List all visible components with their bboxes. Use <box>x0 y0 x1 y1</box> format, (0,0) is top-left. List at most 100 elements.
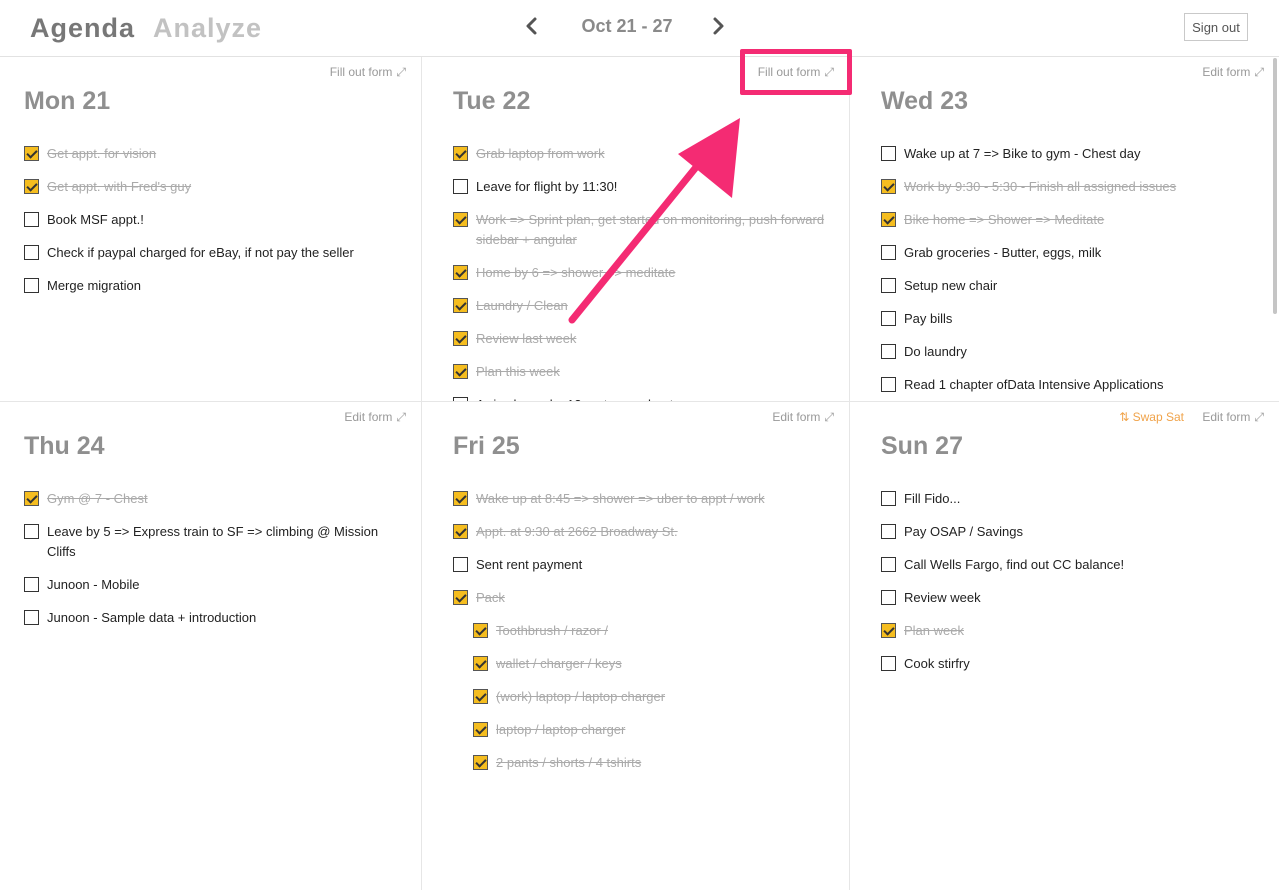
chevron-right-icon[interactable] <box>708 14 728 38</box>
task-checkbox[interactable] <box>881 377 896 392</box>
task-text: Pack <box>476 590 505 605</box>
task-item: Book MSF appt.! <box>24 210 397 230</box>
task-checkbox[interactable] <box>881 524 896 539</box>
task-checkbox[interactable] <box>453 524 468 539</box>
task-checkbox[interactable] <box>24 212 39 227</box>
task-item: Get appt. for vision <box>24 144 397 164</box>
task-checkbox[interactable] <box>453 590 468 605</box>
task-checkbox[interactable] <box>453 298 468 313</box>
task-item: wallet / charger / keys <box>473 654 825 674</box>
task-checkbox[interactable] <box>473 623 488 638</box>
form-link-label: Fill out form <box>329 65 393 79</box>
task-text: Wake up at 8:45 => shower => uber to app… <box>476 491 765 506</box>
task-item: Arrive home by 12 => turn on heater <box>453 395 825 401</box>
tab-agenda[interactable]: Agenda <box>30 13 135 44</box>
form-link[interactable]: Edit form ⤢ <box>1202 65 1264 80</box>
task-checkbox[interactable] <box>881 491 896 506</box>
task-checkbox[interactable] <box>24 146 39 161</box>
sign-out-button[interactable]: Sign out <box>1184 13 1248 41</box>
task-text: Work by 9:30 - 5:30 - Finish all assigne… <box>904 179 1177 194</box>
task-checkbox[interactable] <box>473 755 488 770</box>
task-checkbox[interactable] <box>24 179 39 194</box>
task-text: Plan this week <box>476 364 560 379</box>
day-panel: ⇅ Swap Sat Edit form ⤢ Sun 27 Fill Fido... Pa… <box>849 402 1279 890</box>
day-panel: Fill out form ⤢ Tue 22 Grab laptop from wor… <box>421 57 849 402</box>
task-checkbox[interactable] <box>453 212 468 227</box>
task-checkbox[interactable] <box>881 278 896 293</box>
form-link[interactable]: Edit form ⤢ <box>772 410 834 425</box>
day-panel: Fill out form ⤢ Mon 21 Get appt. for vision… <box>0 57 421 402</box>
task-checkbox[interactable] <box>881 311 896 326</box>
task-checkbox[interactable] <box>881 344 896 359</box>
form-link-label: Edit form <box>1202 65 1251 79</box>
task-text: Book MSF appt.! <box>47 212 144 227</box>
task-checkbox[interactable] <box>473 656 488 671</box>
task-checkbox[interactable] <box>881 245 896 260</box>
tab-analyze[interactable]: Analyze <box>153 13 262 44</box>
task-checkbox[interactable] <box>24 278 39 293</box>
task-item: Work by 9:30 - 5:30 - Finish all assigne… <box>881 177 1255 197</box>
task-checkbox[interactable] <box>24 491 39 506</box>
task-text: Do laundry <box>904 344 967 359</box>
task-checkbox[interactable] <box>453 331 468 346</box>
task-checkbox[interactable] <box>881 557 896 572</box>
task-item: Call Wells Fargo, find out CC balance! <box>881 555 1255 575</box>
task-item: laptop / laptop charger <box>473 720 825 740</box>
task-checkbox[interactable] <box>473 722 488 737</box>
task-item: Bike home => Shower => Meditate <box>881 210 1255 230</box>
expand-icon: ⤢ <box>824 65 834 79</box>
swap-sat-link[interactable]: ⇅ Swap Sat <box>1119 410 1184 424</box>
task-checkbox[interactable] <box>473 689 488 704</box>
task-list: Wake up at 7 => Bike to gym - Chest day W… <box>881 144 1255 401</box>
chevron-left-icon[interactable] <box>522 14 542 38</box>
task-checkbox[interactable] <box>24 610 39 625</box>
task-text: Cook stirfry <box>904 656 970 671</box>
task-list: Wake up at 8:45 => shower => uber to app… <box>453 489 825 786</box>
task-checkbox[interactable] <box>453 265 468 280</box>
task-item: Toothbrush / razor / <box>473 621 825 641</box>
task-item: Cook stirfry <box>881 654 1255 674</box>
task-text: Plan week <box>904 623 964 638</box>
task-text: Work => Sprint plan, get started on moni… <box>476 212 825 247</box>
task-checkbox[interactable] <box>453 557 468 572</box>
task-text: Bike home => Shower => Meditate <box>904 212 1105 227</box>
expand-icon: ⤢ <box>396 410 406 424</box>
task-checkbox[interactable] <box>881 590 896 605</box>
task-item: 2 pants / shorts / 4 tshirts <box>473 753 825 773</box>
task-text: Fill Fido... <box>904 491 961 506</box>
task-text: Get appt. with Fred's guy <box>47 179 192 194</box>
task-text: Sent rent payment <box>476 557 583 572</box>
task-checkbox[interactable] <box>881 656 896 671</box>
task-checkbox[interactable] <box>453 491 468 506</box>
task-checkbox[interactable] <box>24 245 39 260</box>
task-item: Check if paypal charged for eBay, if not… <box>24 243 397 263</box>
form-link[interactable]: Fill out form ⤢ <box>758 65 834 80</box>
task-item: Grab groceries - Butter, eggs, milk <box>881 243 1255 263</box>
task-checkbox[interactable] <box>881 623 896 638</box>
task-item: Leave for flight by 11:30! <box>453 177 825 197</box>
task-text: Grab groceries - Butter, eggs, milk <box>904 245 1102 260</box>
task-checkbox[interactable] <box>881 212 896 227</box>
task-item: Merge migration <box>24 276 397 296</box>
task-text: laptop / laptop charger <box>496 722 626 737</box>
task-checkbox[interactable] <box>24 577 39 592</box>
task-text: Pay OSAP / Savings <box>904 524 1023 539</box>
task-checkbox[interactable] <box>453 364 468 379</box>
swap-icon: ⇅ <box>1119 410 1133 424</box>
task-checkbox[interactable] <box>24 524 39 539</box>
task-text: Laundry / Clean <box>476 298 568 313</box>
scrollbar[interactable] <box>1273 58 1277 314</box>
form-link[interactable]: Edit form ⤢ <box>1202 410 1264 425</box>
day-title: Tue 22 <box>453 87 531 115</box>
task-checkbox[interactable] <box>453 179 468 194</box>
task-item: Get appt. with Fred's guy <box>24 177 397 197</box>
form-link[interactable]: Fill out form ⤢ <box>330 65 406 80</box>
form-link[interactable]: Edit form ⤢ <box>344 410 406 425</box>
task-item: Setup new chair <box>881 276 1255 296</box>
task-checkbox[interactable] <box>453 146 468 161</box>
task-item: Home by 6 => shower => meditate <box>453 263 825 283</box>
task-text: Merge migration <box>47 278 141 293</box>
form-link-label: Fill out form <box>757 65 821 79</box>
task-checkbox[interactable] <box>881 179 896 194</box>
task-checkbox[interactable] <box>881 146 896 161</box>
